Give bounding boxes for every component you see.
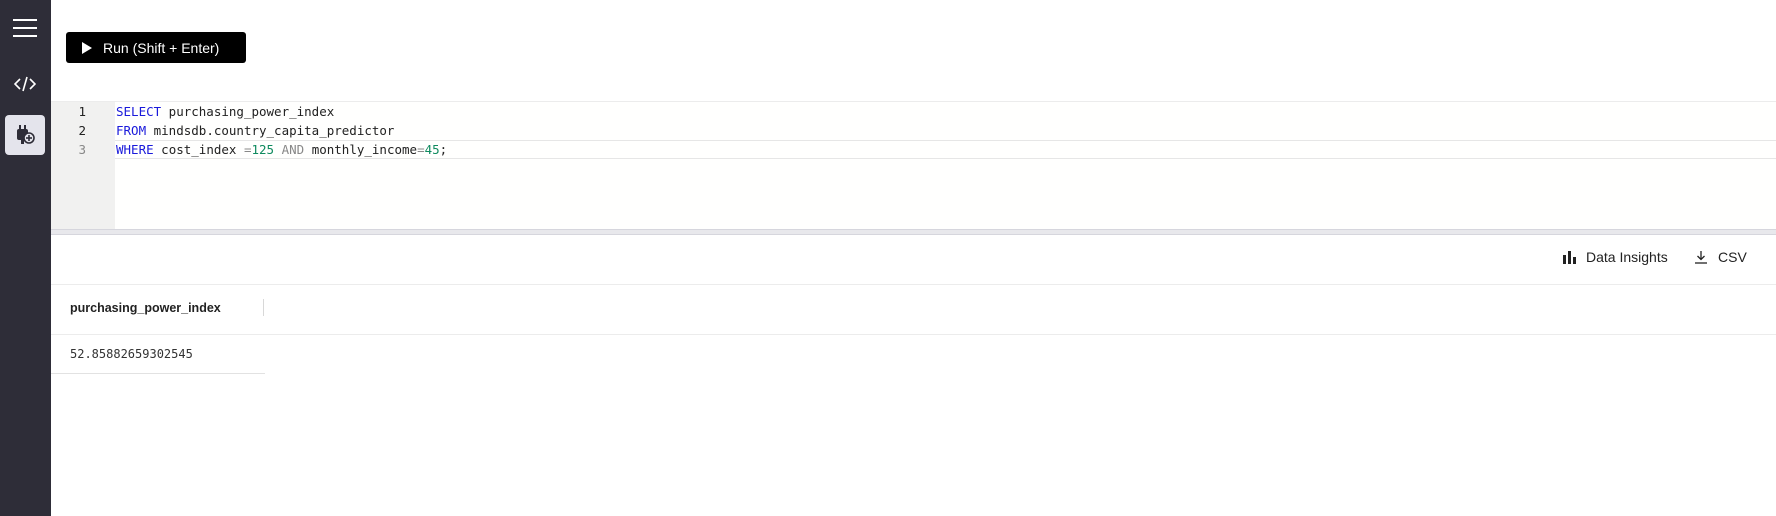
sql-text: mindsdb.country_capita_predictor — [146, 123, 395, 138]
download-icon — [1695, 251, 1707, 264]
menu-icon — [13, 19, 37, 37]
run-button[interactable]: Run (Shift + Enter) — [66, 32, 246, 63]
sql-text: cost_index — [153, 142, 244, 157]
table-cell: 52.85882659302545 — [70, 347, 193, 361]
code-editor-button[interactable] — [5, 64, 45, 104]
results-toolbar: Data Insights CSV — [51, 235, 1776, 285]
data-insights-button[interactable]: Data Insights — [1562, 249, 1668, 265]
left-sidebar — [0, 0, 51, 516]
sql-keyword: SELECT — [116, 104, 162, 119]
csv-download-button[interactable]: CSV — [1694, 249, 1747, 265]
results-table-header: purchasing_power_index — [51, 284, 1776, 335]
csv-label: CSV — [1718, 249, 1747, 265]
bar-chart-icon — [1563, 251, 1576, 264]
column-header[interactable]: purchasing_power_index — [70, 301, 221, 315]
sql-editor[interactable]: 1 SELECT purchasing_power_index 2 FROM m… — [51, 101, 1776, 230]
line-number: 3 — [78, 142, 86, 157]
code-text[interactable]: SELECT purchasing_power_index — [115, 102, 1776, 121]
code-line-active[interactable]: 3 WHERE cost_index = 125 AND monthly_inco… — [51, 140, 1776, 159]
code-line[interactable]: 1 SELECT purchasing_power_index — [51, 102, 1776, 121]
menu-button[interactable] — [5, 8, 45, 48]
code-text[interactable]: FROM mindsdb.country_capita_predictor — [115, 121, 1776, 140]
code-icon — [14, 76, 36, 92]
data-insights-label: Data Insights — [1586, 249, 1668, 265]
sql-number: 125 — [251, 142, 275, 157]
sql-text: ; — [439, 142, 448, 157]
sql-number: 45 — [424, 142, 440, 157]
sql-operator: AND — [281, 142, 305, 157]
line-number: 2 — [78, 123, 86, 138]
integrations-button[interactable] — [5, 115, 45, 155]
plugin-icon — [17, 125, 35, 144]
line-number: 1 — [78, 104, 86, 119]
code-line[interactable]: 2 FROM mindsdb.country_capita_predictor — [51, 121, 1776, 140]
sql-text: monthly_income — [304, 142, 418, 157]
sql-keyword: WHERE — [116, 142, 154, 157]
table-row: 52.85882659302545 — [51, 335, 265, 374]
sql-operator: = — [417, 142, 425, 157]
column-resize-divider[interactable] — [263, 299, 264, 316]
sql-keyword: FROM — [116, 123, 147, 138]
play-icon — [82, 41, 92, 54]
run-button-label: Run (Shift + Enter) — [103, 39, 220, 56]
sql-text: purchasing_power_index — [161, 104, 335, 119]
code-text[interactable]: WHERE cost_index = 125 AND monthly_income… — [115, 140, 1776, 159]
